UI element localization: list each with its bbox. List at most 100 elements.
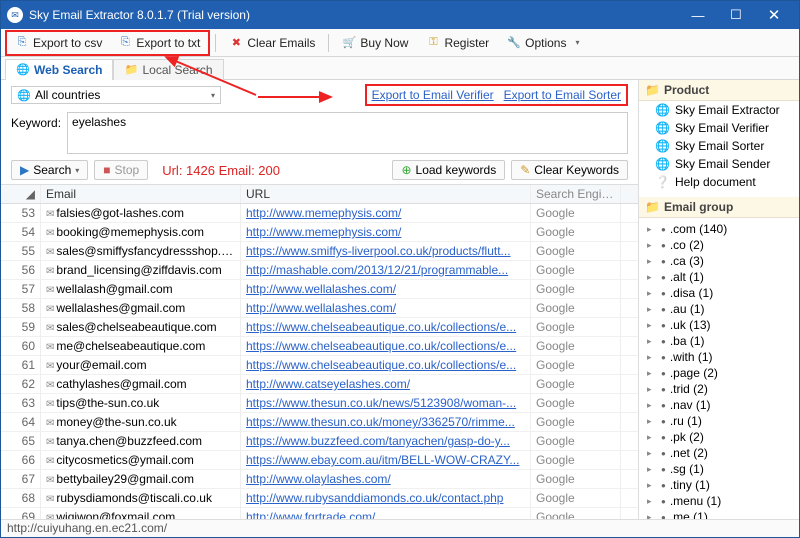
tree-item[interactable]: ▸●.pk (2) [647, 429, 799, 445]
row-url[interactable]: http://www.wellalashes.com/ [241, 299, 531, 317]
table-row[interactable]: 61 ✉your@email.com https://www.chelseabe… [1, 356, 638, 375]
expand-icon[interactable]: ▸ [647, 512, 657, 520]
tree-item[interactable]: ▸●.co (2) [647, 237, 799, 253]
row-url[interactable]: https://www.chelseabeautique.co.uk/colle… [241, 356, 531, 374]
table-row[interactable]: 54 ✉booking@memephysis.com http://www.me… [1, 223, 638, 242]
tab-web-search[interactable]: 🌐 Web Search [5, 59, 113, 80]
expand-icon[interactable]: ▸ [647, 416, 657, 427]
tree-item[interactable]: ▸●.page (2) [647, 365, 799, 381]
product-item[interactable]: 🌐Sky Email Verifier [639, 119, 799, 137]
table-row[interactable]: 59 ✉sales@chelseabeautique.com https://w… [1, 318, 638, 337]
row-url[interactable]: https://www.ebay.com.au/itm/BELL-WOW-CRA… [241, 451, 531, 469]
minimize-button[interactable]: — [679, 3, 717, 27]
row-url[interactable]: http://www.rubysanddiamonds.co.uk/contac… [241, 489, 531, 507]
tree-item[interactable]: ▸●.ca (3) [647, 253, 799, 269]
export-txt-button[interactable]: ⎘ Export to txt [110, 32, 208, 54]
load-keywords-button[interactable]: ⊕ Load keywords [392, 160, 505, 180]
table-row[interactable]: 63 ✉tips@the-sun.co.uk https://www.thesu… [1, 394, 638, 413]
tree-item[interactable]: ▸●.nav (1) [647, 397, 799, 413]
row-url[interactable]: http://www.catseyelashes.com/ [241, 375, 531, 393]
expand-icon[interactable]: ▸ [647, 368, 657, 379]
row-url[interactable]: http://www.olaylashes.com/ [241, 470, 531, 488]
export-csv-button[interactable]: ⎘ Export to csv [7, 32, 110, 54]
expand-icon[interactable]: ▸ [647, 256, 657, 267]
tree-item[interactable]: ▸●.tiny (1) [647, 477, 799, 493]
tree-item[interactable]: ▸●.ba (1) [647, 333, 799, 349]
table-row[interactable]: 68 ✉rubysdiamonds@tiscali.co.uk http://w… [1, 489, 638, 508]
tree-item[interactable]: ▸●.com (140) [647, 221, 799, 237]
product-item[interactable]: 🌐Sky Email Extractor [639, 101, 799, 119]
col-search-engine[interactable]: Search Engine ▴ [531, 185, 621, 203]
buy-now-button[interactable]: 🛒 Buy Now [334, 32, 416, 54]
email-group-tree[interactable]: ▸●.com (140)▸●.co (2)▸●.ca (3)▸●.alt (1)… [639, 218, 799, 519]
expand-icon[interactable]: ▸ [647, 304, 657, 315]
product-item[interactable]: 🌐Sky Email Sorter [639, 137, 799, 155]
tree-item[interactable]: ▸●.disa (1) [647, 285, 799, 301]
expand-icon[interactable]: ▸ [647, 384, 657, 395]
expand-icon[interactable]: ▸ [647, 288, 657, 299]
row-url[interactable]: http://www.wellalashes.com/ [241, 280, 531, 298]
keyword-input[interactable] [67, 112, 628, 154]
expand-icon[interactable]: ▸ [647, 272, 657, 283]
expand-icon[interactable]: ▸ [647, 336, 657, 347]
tree-item[interactable]: ▸●.ru (1) [647, 413, 799, 429]
row-url[interactable]: https://www.chelseabeautique.co.uk/colle… [241, 318, 531, 336]
table-row[interactable]: 58 ✉wellalashes@gmail.com http://www.wel… [1, 299, 638, 318]
table-row[interactable]: 69 ✉wiqiwon@foxmail.com http://www.fqrtr… [1, 508, 638, 519]
row-url[interactable]: https://www.thesun.co.uk/news/5123908/wo… [241, 394, 531, 412]
table-row[interactable]: 65 ✉tanya.chen@buzzfeed.com https://www.… [1, 432, 638, 451]
table-row[interactable]: 66 ✉citycosmetics@ymail.com https://www.… [1, 451, 638, 470]
options-button[interactable]: 🔧 Options ▾ [499, 32, 592, 54]
expand-icon[interactable]: ▸ [647, 480, 657, 491]
col-email[interactable]: Email [41, 185, 241, 203]
expand-icon[interactable]: ▸ [647, 432, 657, 443]
col-index[interactable]: ◢ [1, 185, 41, 203]
expand-icon[interactable]: ▸ [647, 352, 657, 363]
row-url[interactable]: http://www.memephysis.com/ [241, 204, 531, 222]
row-url[interactable]: https://www.thesun.co.uk/money/3362570/r… [241, 413, 531, 431]
stop-button[interactable]: ■ Stop [94, 160, 148, 180]
table-row[interactable]: 62 ✉cathylashes@gmail.com http://www.cat… [1, 375, 638, 394]
clear-emails-button[interactable]: ✖ Clear Emails [221, 32, 323, 54]
search-button[interactable]: ▶ Search ▾ [11, 160, 88, 180]
tree-item[interactable]: ▸●.uk (13) [647, 317, 799, 333]
register-button[interactable]: ⚿ Register [418, 32, 497, 54]
country-select[interactable]: 🌐 All countries ▾ [11, 86, 221, 104]
clear-keywords-button[interactable]: ✎ Clear Keywords [511, 160, 628, 180]
expand-icon[interactable]: ▸ [647, 448, 657, 459]
table-row[interactable]: 55 ✉sales@smiffysfancydressshop.c... htt… [1, 242, 638, 261]
expand-icon[interactable]: ▸ [647, 320, 657, 331]
tree-item[interactable]: ▸●.net (2) [647, 445, 799, 461]
tree-item[interactable]: ▸●.trid (2) [647, 381, 799, 397]
tree-item[interactable]: ▸●.me (1) [647, 509, 799, 519]
table-row[interactable]: 64 ✉money@the-sun.co.uk https://www.thes… [1, 413, 638, 432]
row-url[interactable]: https://www.chelseabeautique.co.uk/colle… [241, 337, 531, 355]
expand-icon[interactable]: ▸ [647, 496, 657, 507]
table-row[interactable]: 60 ✉me@chelseabeautique.com https://www.… [1, 337, 638, 356]
product-item[interactable]: 🌐Sky Email Sender [639, 155, 799, 173]
close-button[interactable]: ✕ [755, 3, 793, 27]
export-verifier-link[interactable]: Export to Email Verifier [372, 88, 494, 102]
col-url[interactable]: URL [241, 185, 531, 203]
row-url[interactable]: http://www.fqrtrade.com/ [241, 508, 531, 519]
table-row[interactable]: 56 ✉brand_licensing@ziffdavis.com http:/… [1, 261, 638, 280]
row-url[interactable]: http://www.memephysis.com/ [241, 223, 531, 241]
expand-icon[interactable]: ▸ [647, 464, 657, 475]
table-row[interactable]: 53 ✉falsies@got-lashes.com http://www.me… [1, 204, 638, 223]
tree-item[interactable]: ▸●.with (1) [647, 349, 799, 365]
table-row[interactable]: 57 ✉wellalash@gmail.com http://www.wella… [1, 280, 638, 299]
tree-item[interactable]: ▸●.sg (1) [647, 461, 799, 477]
row-url[interactable]: http://mashable.com/2013/12/21/programma… [241, 261, 531, 279]
expand-icon[interactable]: ▸ [647, 224, 657, 235]
row-url[interactable]: https://www.buzzfeed.com/tanyachen/gasp-… [241, 432, 531, 450]
tree-item[interactable]: ▸●.menu (1) [647, 493, 799, 509]
table-row[interactable]: 67 ✉bettybailey29@gmail.com http://www.o… [1, 470, 638, 489]
tab-local-search[interactable]: 📁 Local Search [113, 59, 223, 80]
maximize-button[interactable]: ☐ [717, 3, 755, 27]
product-item[interactable]: ❔Help document [639, 173, 799, 191]
expand-icon[interactable]: ▸ [647, 400, 657, 411]
expand-icon[interactable]: ▸ [647, 240, 657, 251]
export-sorter-link[interactable]: Export to Email Sorter [504, 88, 621, 102]
tree-item[interactable]: ▸●.au (1) [647, 301, 799, 317]
row-url[interactable]: https://www.smiffys-liverpool.co.uk/prod… [241, 242, 531, 260]
